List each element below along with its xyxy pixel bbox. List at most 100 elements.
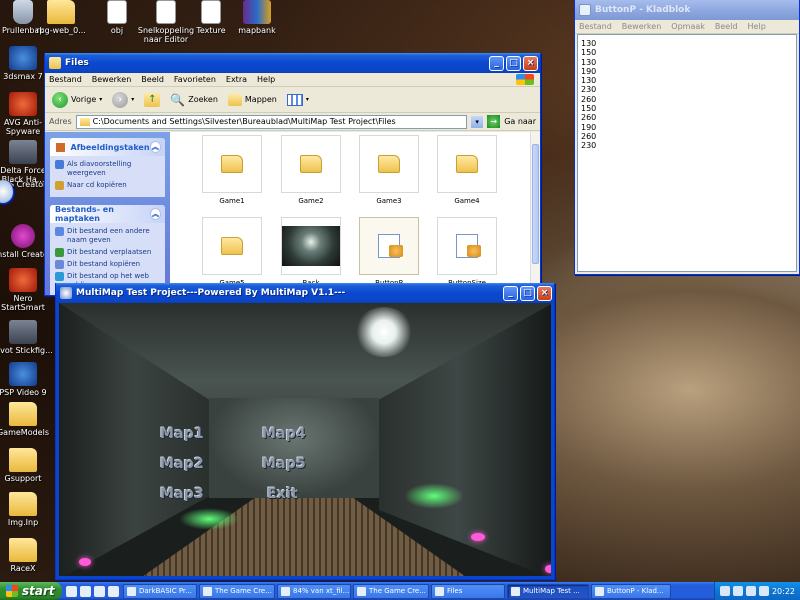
collapse-icon[interactable]: ︽ bbox=[149, 141, 161, 153]
file-item[interactable]: Game2 bbox=[276, 135, 346, 205]
go-arrow-icon[interactable]: → bbox=[487, 115, 501, 128]
file-list: Game1 Game2 Game3 Game4 Game5BackButtonPButt… bbox=[170, 132, 530, 295]
address-input[interactable]: C:\Documents and Settings\Silvester\Bure… bbox=[75, 114, 468, 129]
search-button[interactable]: 🔍 Zoeken bbox=[167, 89, 221, 111]
picture-tasks-panel: Afbeeldingstaken ︽ Als diavoorstelling w… bbox=[50, 138, 165, 197]
start-button[interactable]: start bbox=[0, 582, 62, 600]
desktop-icon[interactable]: Pivot Stickfig... bbox=[0, 320, 54, 355]
folders-button[interactable]: Mappen bbox=[225, 89, 280, 111]
quick-launch-icon[interactable] bbox=[80, 585, 91, 597]
desktop-icon-label: Pivot Stickfig... bbox=[0, 346, 53, 355]
forward-button[interactable]: › ▾ bbox=[109, 89, 137, 111]
game-viewport[interactable]: Map1 Map2 Map3 Map4 Map5 Exit bbox=[59, 303, 551, 576]
desktop-icon[interactable]: RaceX bbox=[0, 538, 54, 573]
taskbar-button[interactable]: 84% van xt_fil... bbox=[277, 583, 351, 599]
desktop-icon[interactable]: PSP Video 9 bbox=[0, 362, 54, 397]
back-button[interactable]: ‹ Vorige ▾ bbox=[49, 89, 105, 111]
map3-button[interactable]: Map3 bbox=[160, 486, 204, 502]
quick-launch-icon[interactable] bbox=[108, 585, 119, 597]
notepad-line: 190 bbox=[581, 66, 597, 76]
menu-help[interactable]: Help bbox=[748, 22, 766, 31]
notepad-text-area[interactable]: 130 150 130 190 130 230 260 150 260 190 260 230 bbox=[577, 34, 797, 272]
desktop-icon[interactable]: Gsupport bbox=[0, 448, 54, 483]
desktop-icon[interactable]: mapbank bbox=[226, 0, 288, 35]
taskbar-button[interactable]: The Game Cre... bbox=[199, 583, 275, 599]
maximize-button[interactable]: □ bbox=[506, 55, 521, 71]
map5-button[interactable]: Map5 bbox=[262, 456, 306, 472]
file-item[interactable]: Back bbox=[276, 217, 346, 287]
maximize-button[interactable]: □ bbox=[520, 285, 535, 301]
task-link[interactable]: Dit bestand verplaatsen bbox=[55, 248, 161, 257]
quick-launch-icon[interactable] bbox=[66, 585, 77, 597]
file-item[interactable]: Game4 bbox=[432, 135, 502, 205]
task-link[interactable]: Dit bestand kopiëren bbox=[55, 260, 161, 269]
taskbar-button[interactable]: Files bbox=[431, 583, 505, 599]
close-button[interactable]: × bbox=[523, 55, 538, 71]
menu-bewerken[interactable]: Bewerken bbox=[622, 22, 662, 31]
scrollbar-thumb[interactable] bbox=[532, 144, 539, 264]
menu-help[interactable]: Help bbox=[257, 75, 275, 84]
up-button[interactable]: ↑ bbox=[141, 89, 163, 111]
app-icon bbox=[9, 362, 37, 386]
exit-button[interactable]: Exit bbox=[267, 486, 298, 502]
task-link[interactable]: Naar cd kopiëren bbox=[55, 181, 161, 190]
views-button[interactable]: ▾ bbox=[284, 89, 312, 111]
taskbar-button[interactable]: ButtonP - Klad... bbox=[591, 583, 671, 599]
map4-button[interactable]: Map4 bbox=[262, 426, 306, 442]
menu-extra[interactable]: Extra bbox=[226, 75, 247, 84]
explorer-title: Files bbox=[65, 58, 89, 68]
collapse-icon[interactable]: ︽ bbox=[150, 208, 161, 220]
vertical-scrollbar[interactable] bbox=[530, 132, 540, 295]
game-window[interactable]: MultiMap Test Project---Powered By Multi… bbox=[55, 283, 555, 580]
tray-icon[interactable] bbox=[732, 586, 743, 596]
forward-arrow-icon: › bbox=[112, 91, 129, 108]
taskbar-button[interactable]: The Game Cre... bbox=[353, 583, 429, 599]
map1-button[interactable]: Map1 bbox=[160, 426, 204, 442]
file-item[interactable]: Game1 bbox=[197, 135, 267, 205]
quick-launch-icon[interactable] bbox=[94, 585, 105, 597]
game-titlebar[interactable]: MultiMap Test Project---Powered By Multi… bbox=[56, 283, 554, 303]
desktop-icon[interactable]: Img.Inp bbox=[0, 492, 54, 527]
volume-icon[interactable] bbox=[758, 586, 769, 596]
menu-bestand[interactable]: Bestand bbox=[579, 22, 612, 31]
tray-icon[interactable] bbox=[719, 586, 730, 596]
menu-beeld[interactable]: Beeld bbox=[141, 75, 164, 84]
file-item[interactable]: Game3 bbox=[354, 135, 424, 205]
notepad-window[interactable]: ButtonP - Kladblok Bestand Bewerken Opma… bbox=[574, 0, 800, 275]
menu-bestand[interactable]: Bestand bbox=[49, 75, 82, 84]
task-label: Naar cd kopiëren bbox=[67, 181, 127, 189]
tray-icon[interactable] bbox=[745, 586, 756, 596]
taskbar-button[interactable]: MultiMap Test ... bbox=[507, 583, 589, 599]
explorer-titlebar[interactable]: Files _ □ × bbox=[45, 53, 540, 73]
desktop-icon-label: Nero StartSmart bbox=[1, 294, 45, 312]
map2-button[interactable]: Map2 bbox=[160, 456, 204, 472]
file-item[interactable]: Game5 bbox=[197, 217, 267, 287]
file-item[interactable]: ButtonSize bbox=[432, 217, 502, 287]
pink-floor-light bbox=[79, 558, 91, 566]
address-dropdown-button[interactable]: ▾ bbox=[471, 115, 484, 128]
file-thumbnail bbox=[359, 217, 419, 275]
menu-beeld[interactable]: Beeld bbox=[715, 22, 738, 31]
text-file-icon bbox=[378, 234, 403, 258]
task-link[interactable]: Dit bestand een andere naam geven bbox=[55, 227, 161, 245]
desktop-icon[interactable]: rpg-web_0... bbox=[30, 0, 92, 35]
close-button[interactable]: × bbox=[537, 285, 552, 301]
task-link[interactable]: Als diavoorstelling weergeven bbox=[55, 160, 161, 178]
file-tasks-header[interactable]: Bestands- en maptaken ︽ bbox=[50, 205, 165, 223]
clock[interactable]: 20:22 bbox=[772, 587, 795, 596]
green-glow-right bbox=[404, 483, 464, 509]
explorer-window[interactable]: Files _ □ × Bestand Bewerken Beeld Favor… bbox=[44, 53, 541, 296]
file-thumbnail bbox=[359, 135, 419, 193]
desktop-icon[interactable]: GameModels bbox=[0, 402, 54, 437]
notepad-line: 260 bbox=[581, 113, 597, 123]
go-button[interactable]: Ga naar bbox=[504, 117, 536, 126]
notepad-titlebar[interactable]: ButtonP - Kladblok bbox=[575, 0, 799, 20]
picture-tasks-header[interactable]: Afbeeldingstaken ︽ bbox=[50, 138, 165, 156]
menu-opmaak[interactable]: Opmaak bbox=[671, 22, 705, 31]
minimize-button[interactable]: _ bbox=[489, 55, 504, 71]
minimize-button[interactable]: _ bbox=[503, 285, 518, 301]
file-item[interactable]: ButtonP bbox=[354, 217, 424, 287]
taskbar-button[interactable]: DarkBASIC Pr... bbox=[123, 583, 197, 599]
menu-bewerken[interactable]: Bewerken bbox=[92, 75, 132, 84]
menu-favorieten[interactable]: Favorieten bbox=[174, 75, 216, 84]
